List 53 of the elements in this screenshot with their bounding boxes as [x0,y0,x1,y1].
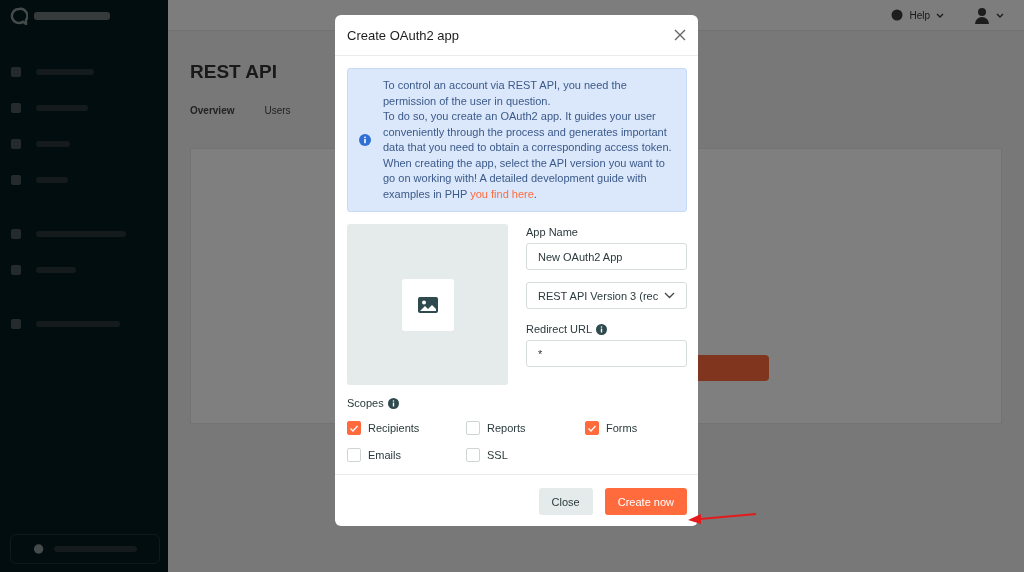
support-button[interactable] [10,534,160,564]
checkbox-label: Forms [606,422,638,434]
info-text: To do so, you create an OAuth2 app. It guides your user conveniently through the process and generates important data that you need to obtain a corresponding access token. [383,109,673,155]
image-icon [417,296,438,313]
page-title: REST API [190,61,278,83]
logo-icon [10,7,28,25]
checkbox-label: SSL [487,449,508,461]
caret-icon [996,12,1004,18]
tab[interactable]: Overview [190,105,235,116]
field-label: Redirect URL [526,323,593,335]
square-icon [10,264,22,276]
square-icon [10,102,22,114]
annotation-arrow [686,511,758,525]
help-icon [891,9,904,21]
field-label: App Name [526,226,579,238]
checkbox[interactable] [585,421,599,435]
create-button[interactable]: Create now [604,488,687,515]
square-icon [10,228,22,240]
square-icon [10,174,22,186]
checkbox[interactable] [466,448,480,462]
info-icon [596,323,608,335]
guide-link[interactable]: you find here [470,187,534,200]
user-icon [974,6,990,24]
check-icon [349,423,359,433]
section-label: Scopes [347,397,384,409]
image-upload-area[interactable] [347,224,508,385]
close-button[interactable]: Close [538,488,593,515]
close-button[interactable] [674,29,686,41]
info-text: When creating the app, select the API version you want to go on working with! A detailed development guide with examples in PHP you find here. [383,155,666,202]
square-icon [10,66,22,78]
square-icon [10,138,22,150]
checkbox[interactable] [347,448,361,462]
chevron-down-icon [664,292,675,299]
tab[interactable]: Users [264,105,291,116]
info-icon [387,397,399,409]
dialog-title: Create OAuth2 app [347,27,460,43]
dropdown[interactable]: REST API Version 3 (rec [526,282,687,309]
dropdown-value: REST API Version 3 (rec [538,289,659,302]
square-icon [10,318,22,330]
text-field[interactable]: New OAuth2 App [526,243,687,270]
caret-icon [936,12,944,18]
checkbox-label: Recipients [368,422,420,434]
info-text: To control an account via REST API, you need the permission of the user in question. [383,78,628,109]
help-menu[interactable]: Help [891,9,944,21]
close-icon [674,29,686,41]
checkbox[interactable] [347,421,361,435]
checkbox-label: Emails [368,449,401,461]
checkbox[interactable] [466,421,480,435]
text-field[interactable]: * [526,340,687,367]
check-icon [587,423,597,433]
info-icon [359,134,371,146]
checkbox-label: Reports [487,422,526,434]
circle-icon [33,543,45,555]
